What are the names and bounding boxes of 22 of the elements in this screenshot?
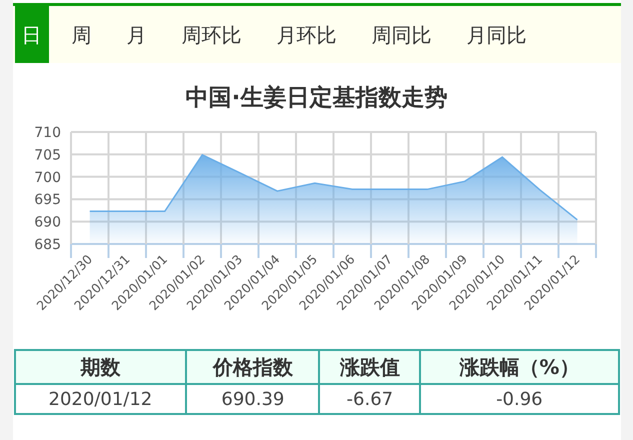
period-tab[interactable]: 周同比 [358,6,444,63]
column-header: 期数 [14,350,186,384]
y-tick-label: 685 [34,237,60,253]
y-tick-label: 705 [34,147,60,164]
period-tab[interactable]: 月同比 [454,6,540,63]
chart-title: 中国·生姜日定基指数走势 [184,84,448,113]
column-header: 涨跌值 [319,350,420,384]
table-cell: -0.96 [420,384,618,414]
y-tick-label: 710 [34,125,60,141]
column-header: 价格指数 [186,350,320,384]
y-tick-label: 700 [34,170,60,186]
table-cell: 2020/01/12 [14,384,186,414]
period-tab[interactable]: 周环比 [168,6,254,63]
period-tab[interactable]: 日 [14,6,48,63]
period-tab[interactable]: 月环比 [264,6,350,63]
y-tick-label: 695 [34,192,60,208]
period-tab[interactable]: 周 [58,6,104,63]
column-header: 涨跌幅（%） [420,350,618,384]
table-cell: -6.67 [319,384,420,414]
table-cell: 690.39 [186,384,320,414]
y-tick-label: 690 [34,214,60,231]
period-tab[interactable]: 月 [114,6,160,63]
